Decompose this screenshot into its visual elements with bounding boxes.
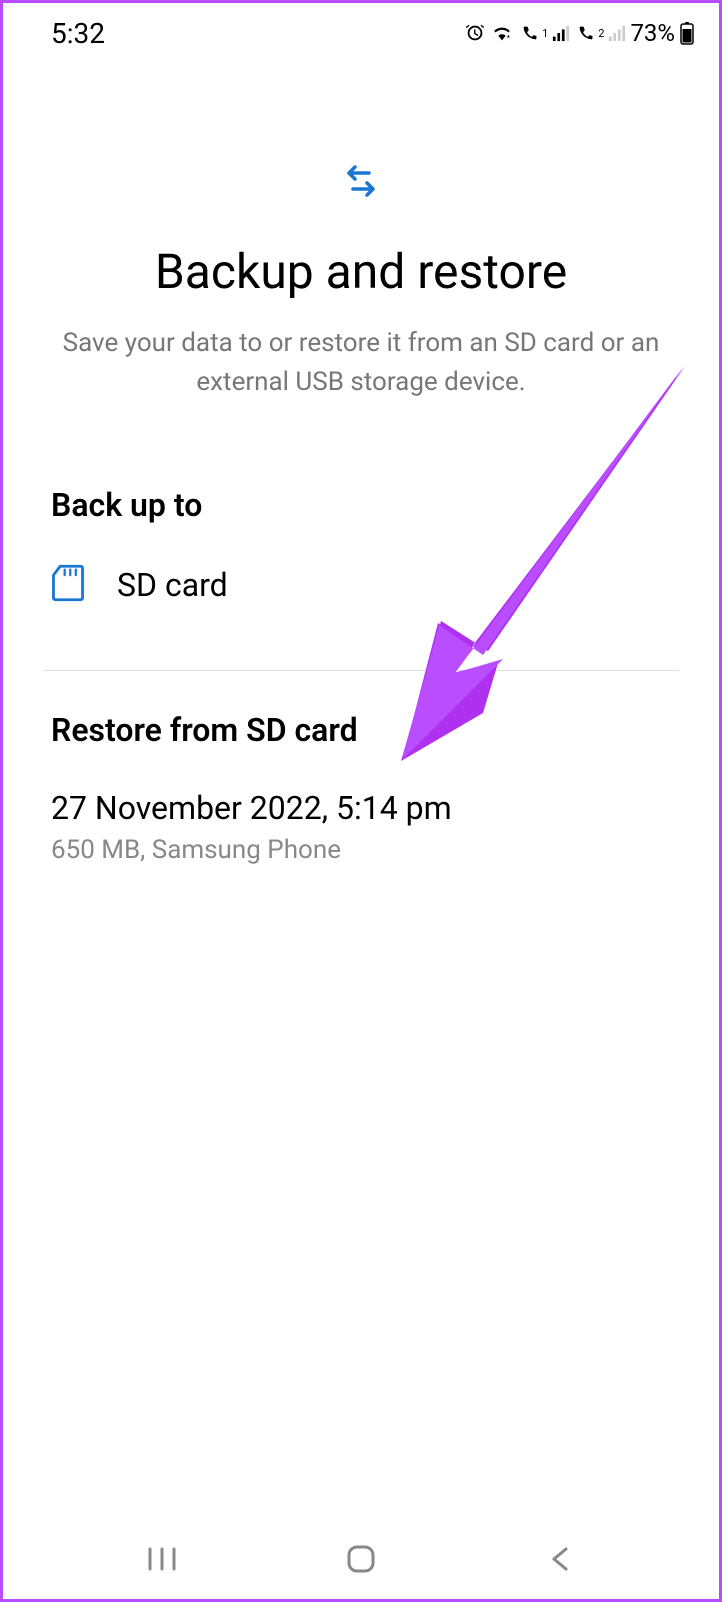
status-bar: 5:32 1 2 73% bbox=[3, 3, 719, 59]
page-subtitle: Save your data to or restore it from an … bbox=[43, 324, 679, 402]
divider bbox=[43, 670, 679, 671]
transfer-icon bbox=[43, 159, 679, 203]
restore-item[interactable]: 27 November 2022, 5:14 pm 650 MB, Samsun… bbox=[51, 789, 671, 865]
alarm-icon bbox=[464, 22, 486, 44]
call-sim2-icon: 2 bbox=[574, 22, 604, 44]
signal2-icon bbox=[608, 24, 626, 42]
recent-apps-button[interactable] bbox=[122, 1539, 202, 1579]
sd-card-icon bbox=[51, 564, 85, 606]
call-sim1-icon: 1 bbox=[518, 22, 548, 44]
signal1-icon bbox=[552, 24, 570, 42]
wifi-icon bbox=[490, 22, 514, 44]
nav-bar bbox=[3, 1519, 719, 1599]
back-button[interactable] bbox=[520, 1539, 600, 1579]
restore-section-title: Restore from SD card bbox=[51, 711, 671, 749]
restore-item-date: 27 November 2022, 5:14 pm bbox=[51, 789, 671, 827]
battery-percent: 73% bbox=[630, 19, 675, 47]
backup-sd-card-label: SD card bbox=[117, 566, 228, 604]
status-time: 5:32 bbox=[51, 17, 105, 50]
header-section: Backup and restore Save your data to or … bbox=[3, 59, 719, 462]
battery-icon bbox=[679, 21, 695, 45]
page-title: Backup and restore bbox=[43, 243, 679, 300]
backup-section: Back up to SD card bbox=[3, 462, 719, 658]
backup-section-title: Back up to bbox=[51, 486, 671, 524]
status-icons: 1 2 73% bbox=[464, 19, 695, 47]
restore-item-meta: 650 MB, Samsung Phone bbox=[51, 835, 671, 865]
backup-sd-card-row[interactable]: SD card bbox=[51, 556, 671, 634]
home-button[interactable] bbox=[321, 1539, 401, 1579]
restore-section: Restore from SD card 27 November 2022, 5… bbox=[3, 683, 719, 893]
